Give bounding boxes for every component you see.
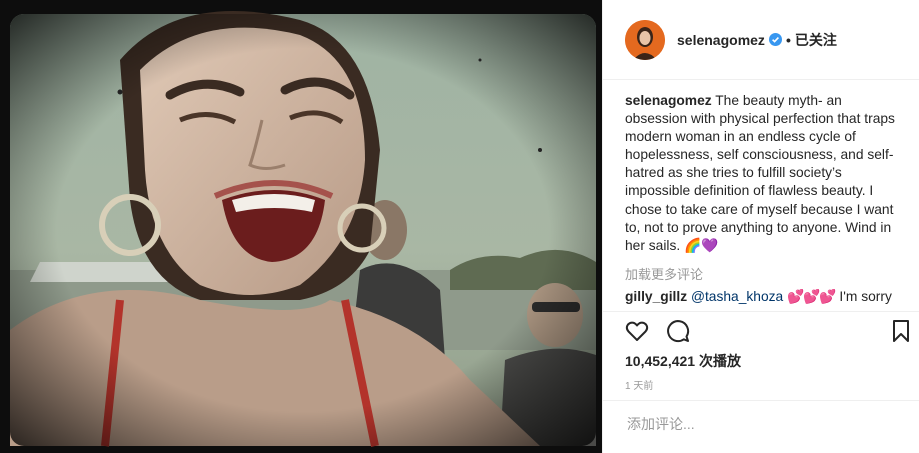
- comment-icon[interactable]: [666, 319, 690, 343]
- heart-icon[interactable]: [625, 319, 649, 343]
- post-header: selenagomez • 已关注: [603, 0, 919, 80]
- comment-item: gilly_gillz @tasha_khoza 💕💕💕 I'm sorry: [625, 289, 915, 305]
- avatar[interactable]: [625, 19, 665, 60]
- bookmark-icon[interactable]: [889, 319, 913, 343]
- view-count: 10,452,421 次播放: [625, 351, 741, 371]
- post-sidebar: selenagomez • 已关注 selenagomez The beauty…: [602, 0, 919, 453]
- load-more-comments-link[interactable]: 加载更多评论: [625, 264, 703, 283]
- post-timestamp[interactable]: 1 天前: [625, 377, 653, 392]
- caption-emoji: 🌈💜: [684, 237, 719, 253]
- caption-username[interactable]: selenagomez: [625, 93, 712, 108]
- action-bar: [603, 311, 919, 347]
- view-count-number: 10,452,421: [625, 353, 696, 369]
- add-comment-section: [603, 400, 919, 453]
- separator-dot: •: [785, 31, 791, 48]
- add-comment-input[interactable]: [625, 415, 899, 433]
- caption-text: The beauty myth- an obsession with physi…: [625, 93, 895, 253]
- video-player[interactable]: [0, 0, 602, 453]
- comment-username[interactable]: gilly_gillz: [625, 289, 687, 304]
- comment-mention[interactable]: @tasha_khoza: [691, 289, 783, 304]
- video-frame: [0, 0, 602, 453]
- comment-hearts: 💕💕💕: [787, 289, 837, 304]
- header-username[interactable]: selenagomez: [677, 32, 765, 48]
- view-count-label: 次播放: [698, 353, 741, 369]
- follow-status-button[interactable]: 已关注: [795, 30, 837, 50]
- verified-badge-icon: [768, 33, 782, 46]
- caption: selenagomez The beauty myth- an obsessio…: [625, 92, 907, 255]
- comment-text: I'm sorry: [835, 289, 892, 304]
